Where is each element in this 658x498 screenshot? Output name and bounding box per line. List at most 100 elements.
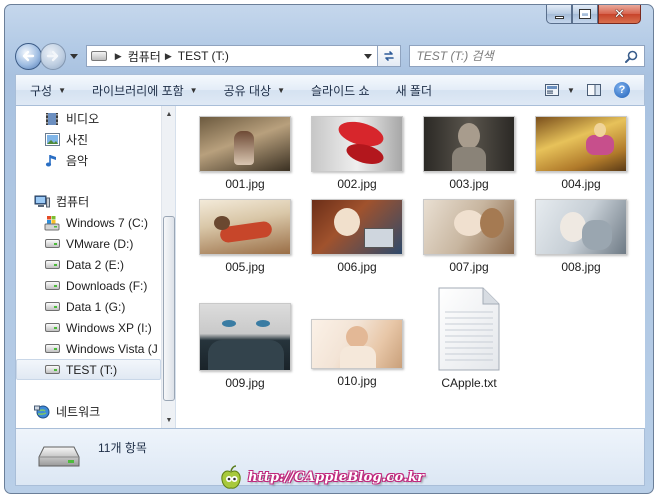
nav-item-pictures[interactable]: 사진	[16, 129, 161, 150]
nav-item-drive-f[interactable]: Downloads (F:)	[16, 275, 161, 296]
breadcrumb-computer[interactable]: 컴퓨터	[128, 48, 161, 65]
file-name: 004.jpg	[561, 177, 601, 191]
nav-item-drive-g[interactable]: Data 1 (G:)	[16, 296, 161, 317]
drive-icon	[44, 236, 60, 252]
file-item[interactable]: CApple.txt	[417, 286, 521, 398]
include-in-library-menu[interactable]: 라이브러리에 포함 ▼	[78, 75, 210, 105]
computer-icon	[34, 194, 50, 210]
chevron-down-icon	[363, 53, 372, 59]
search-box[interactable]	[409, 45, 645, 67]
nav-item-drive-c[interactable]: Windows 7 (C:)	[16, 212, 161, 233]
drive-icon	[44, 257, 60, 273]
search-input[interactable]	[416, 49, 617, 63]
chevron-down-icon: ▼	[567, 85, 575, 95]
file-name: 010.jpg	[337, 374, 377, 388]
nav-pane-scrollbar[interactable]: ▲ ▼	[161, 106, 175, 428]
file-item[interactable]: 001.jpg	[193, 116, 297, 196]
file-item[interactable]: 004.jpg	[529, 116, 633, 196]
apple-icon	[220, 465, 242, 489]
file-name: CApple.txt	[441, 376, 497, 390]
organize-menu[interactable]: 구성 ▼	[16, 75, 78, 105]
search-icon[interactable]	[624, 50, 638, 63]
nav-item-computer[interactable]: 컴퓨터	[16, 191, 161, 212]
file-item[interactable]: 005.jpg	[193, 199, 297, 279]
explorer-window: ✕ ▶ 컴퓨터 ▶ TEST (T:) TEST (T:) 검색 구성 ▼ 라이…	[4, 4, 654, 494]
image-thumbnail	[311, 116, 403, 172]
file-item[interactable]: 003.jpg	[417, 116, 521, 196]
nav-item-drive-j[interactable]: Windows Vista (J	[16, 338, 161, 359]
file-item[interactable]: 006.jpg	[305, 199, 409, 279]
nav-item-drive-t[interactable]: TEST (T:)	[16, 359, 161, 380]
address-bar[interactable]: ▶ 컴퓨터 ▶ TEST (T:)	[85, 45, 378, 67]
maximize-icon	[579, 9, 591, 19]
help-button[interactable]: ?	[608, 79, 636, 101]
music-library-icon	[44, 153, 60, 169]
view-icon	[545, 84, 560, 96]
file-item[interactable]: 008.jpg	[529, 199, 633, 279]
scroll-down-arrow-icon[interactable]: ▼	[162, 412, 175, 428]
nav-item-label: 컴퓨터	[56, 195, 90, 209]
breadcrumb-test-drive[interactable]: TEST (T:)	[178, 49, 229, 63]
recent-pages-dropdown[interactable]	[68, 50, 80, 62]
breadcrumb-separator-icon: ▶	[164, 50, 172, 61]
file-name: 006.jpg	[337, 260, 377, 274]
refresh-button[interactable]	[377, 45, 402, 67]
toolbar-right: ▼ ?	[540, 79, 644, 101]
navigation-bar: ▶ 컴퓨터 ▶ TEST (T:)	[15, 41, 645, 71]
breadcrumb-separator-icon: ▶	[114, 50, 122, 61]
command-bar: 구성 ▼ 라이브러리에 포함 ▼ 공유 대상 ▼ 슬라이드 쇼 새 폴더 ▼ ?	[15, 74, 645, 106]
drive-icon	[44, 278, 60, 294]
drive-icon	[44, 341, 60, 357]
nav-item-label: 비디오	[66, 112, 100, 126]
nav-item-label: VMware (D:)	[66, 236, 134, 251]
file-item[interactable]: 007.jpg	[417, 199, 521, 279]
drive-icon	[90, 51, 107, 61]
file-list: 001.jpg 002.jpg 003.jpg 004.jpg 005.jpg …	[177, 106, 645, 428]
drive-icon	[44, 299, 60, 315]
forward-button[interactable]	[39, 42, 66, 70]
caption-buttons: ✕	[546, 5, 641, 24]
nav-item-label: Data 1 (G:)	[66, 299, 126, 314]
scrollbar-thumb[interactable]	[163, 216, 175, 401]
change-view-button[interactable]: ▼	[540, 79, 580, 101]
scroll-up-arrow-icon[interactable]: ▲	[162, 106, 175, 122]
nav-item-music[interactable]: 음악	[16, 150, 161, 171]
minimize-button[interactable]	[546, 5, 572, 24]
nav-item-drive-e[interactable]: Data 2 (E:)	[16, 254, 161, 275]
nav-item-drive-i[interactable]: Windows XP (I:)	[16, 317, 161, 338]
close-button[interactable]: ✕	[598, 5, 641, 24]
forward-arrow-icon	[46, 50, 58, 62]
file-item[interactable]: 010.jpg	[305, 303, 409, 395]
nav-item-videos[interactable]: 비디오	[16, 108, 161, 129]
file-item[interactable]: 002.jpg	[305, 116, 409, 196]
file-name: 003.jpg	[449, 177, 489, 191]
address-history-dropdown[interactable]	[359, 46, 377, 66]
nav-item-label: Windows Vista (J	[66, 341, 158, 356]
video-library-icon	[44, 111, 60, 127]
drive-icon	[38, 443, 80, 469]
back-button[interactable]	[15, 42, 42, 70]
watermark-text: http://CAppleBlog.co.kr	[248, 469, 425, 485]
pictures-library-icon	[44, 132, 60, 148]
file-name: 001.jpg	[225, 177, 265, 191]
slideshow-button[interactable]: 슬라이드 쇼	[297, 75, 382, 105]
slideshow-label: 슬라이드 쇼	[311, 83, 370, 98]
windows-drive-icon	[44, 215, 60, 231]
network-icon	[34, 404, 50, 420]
share-with-label: 공유 대상	[223, 83, 272, 98]
maximize-button[interactable]	[572, 5, 598, 24]
file-name: 005.jpg	[225, 260, 265, 274]
drive-icon	[44, 362, 60, 378]
nav-item-label: Windows XP (I:)	[66, 320, 152, 335]
preview-pane-icon	[587, 84, 601, 96]
file-name: 002.jpg	[337, 177, 377, 191]
image-thumbnail	[535, 199, 627, 255]
nav-item-network[interactable]: 네트워크	[16, 401, 161, 422]
chevron-down-icon: ▼	[58, 85, 67, 95]
image-thumbnail	[423, 199, 515, 255]
new-folder-button[interactable]: 새 폴더	[382, 75, 444, 105]
file-item[interactable]: 009.jpg	[193, 303, 297, 395]
nav-item-drive-d[interactable]: VMware (D:)	[16, 233, 161, 254]
share-with-menu[interactable]: 공유 대상 ▼	[210, 75, 297, 105]
preview-pane-button[interactable]	[580, 79, 608, 101]
